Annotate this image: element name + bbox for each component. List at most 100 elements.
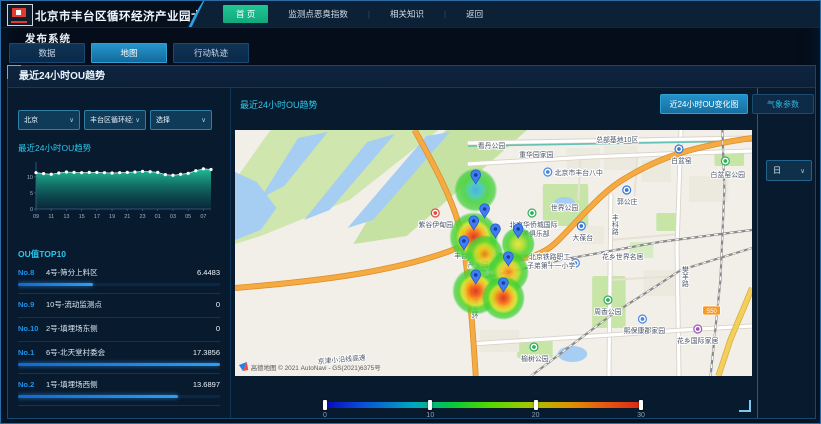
ou-trend-chart: 0510091113151719212301030507 bbox=[20, 156, 216, 220]
svg-text:5: 5 bbox=[30, 191, 33, 197]
view-tab-2[interactable]: 地图 bbox=[91, 43, 167, 63]
map-label: 熙保康郡家园 bbox=[624, 326, 665, 335]
app-window: 北京市丰台区循环经济产业园大气恶臭状况实时 首 页监测点恶臭指数|相关知识|返回… bbox=[0, 0, 821, 424]
list-item: No.910号-流动监测点0 bbox=[18, 294, 220, 318]
map-label: 重华园家园 bbox=[519, 150, 554, 159]
list-item-name: 10号-流动监测点 bbox=[46, 299, 216, 310]
colorbar-marker bbox=[639, 400, 643, 410]
sidebar: 北京∨丰台区循环经济产∨选择∨ 最近24小时OU趋势 0510091113151… bbox=[8, 88, 231, 418]
list-item: No.84号-筛分上料区6.4483 bbox=[18, 262, 220, 294]
logo-accent bbox=[11, 21, 27, 23]
chevron-down-icon: ∨ bbox=[135, 116, 140, 124]
colorbar-tick-label: 0 bbox=[317, 412, 333, 419]
list-item-row: No.102号-填埋场东侧0 bbox=[18, 323, 220, 334]
map-label: 白盆窑公园 bbox=[711, 170, 746, 179]
colorbar: 0102030 bbox=[325, 400, 641, 422]
svg-text:11: 11 bbox=[48, 214, 54, 220]
list-item: No.21号-填埋场西侧13.6897 bbox=[18, 374, 220, 406]
nav-divider: | bbox=[368, 10, 370, 19]
nav-tab-4[interactable]: 返回 bbox=[457, 5, 492, 23]
list-item-rank: No.1 bbox=[18, 348, 44, 357]
filter-selects: 北京∨丰台区循环经济产∨选择∨ bbox=[18, 110, 212, 130]
list-item-row: No.84号-筛分上料区6.4483 bbox=[18, 267, 220, 278]
map-label: 北京市丰台八中 bbox=[555, 168, 603, 177]
colorbar-tick-label: 30 bbox=[633, 412, 649, 419]
svg-text:15: 15 bbox=[79, 214, 85, 220]
sidebar-chart-label: 最近24小时OU趋势 bbox=[18, 142, 91, 154]
map-label: 周香公园 bbox=[594, 307, 622, 316]
svg-text:07: 07 bbox=[200, 214, 206, 220]
period-select[interactable]: 日 ∨ bbox=[766, 160, 812, 181]
list-item-value: 0 bbox=[216, 300, 220, 309]
colorbar-marker bbox=[428, 400, 432, 410]
svg-text:21: 21 bbox=[124, 214, 130, 220]
map-label: 紫谷伊甸园 bbox=[419, 220, 454, 229]
panel-title: 最近24小时OU趋势 bbox=[19, 71, 105, 82]
colorbar-gradient bbox=[325, 402, 641, 408]
list-item-value: 0 bbox=[216, 324, 220, 333]
svg-text:13: 13 bbox=[63, 214, 69, 220]
list-item-value: 17.3856 bbox=[193, 348, 220, 357]
list-item-bar-fill bbox=[18, 283, 93, 286]
road-shield-label: S50 bbox=[706, 309, 717, 315]
list-item-name: 1号-填埋场西侧 bbox=[46, 379, 193, 390]
colorbar-marker bbox=[534, 400, 538, 410]
map-label: 白盆窑 bbox=[671, 156, 692, 165]
chevron-down-icon: ∨ bbox=[800, 167, 805, 175]
list-item-bar-track bbox=[18, 283, 220, 286]
nav-tab-3[interactable]: 相关知识 bbox=[381, 5, 433, 23]
map-label: 总部基地10区 bbox=[596, 135, 638, 144]
ou-change-chart-button[interactable]: 近24小时OU变化图 bbox=[660, 94, 748, 114]
list-item-bar-track bbox=[18, 395, 220, 398]
view-tab-1[interactable]: 数据 bbox=[9, 43, 85, 63]
logo-icon bbox=[12, 8, 26, 17]
list-item-rank: No.9 bbox=[18, 300, 44, 309]
filter-select-3[interactable]: 选择∨ bbox=[150, 110, 212, 130]
svg-text:19: 19 bbox=[109, 214, 115, 220]
select-value: 丰台区循环经济产 bbox=[90, 115, 133, 125]
map-label: 北京铁路职工 bbox=[529, 252, 570, 261]
svg-text:09: 09 bbox=[33, 214, 39, 220]
svg-text:01: 01 bbox=[155, 214, 161, 220]
period-select-value: 日 bbox=[773, 165, 781, 176]
nav-tab-2[interactable]: 监测点恶臭指数 bbox=[279, 5, 357, 23]
map-section-title: 最近24小时OU趋势 bbox=[240, 98, 318, 111]
filter-select-2[interactable]: 丰台区循环经济产∨ bbox=[84, 110, 146, 130]
list-item-value: 13.6897 bbox=[193, 380, 220, 389]
list-item-row: No.910号-流动监测点0 bbox=[18, 299, 220, 310]
nav-tab-1[interactable]: 首 页 bbox=[223, 5, 268, 23]
list-item: No.16号-北天堂村委会17.3856 bbox=[18, 342, 220, 374]
chevron-down-icon: ∨ bbox=[201, 116, 206, 124]
svg-text:10: 10 bbox=[27, 175, 33, 181]
nav-band: 首 页监测点恶臭指数 | 相关知识 | 返回 bbox=[187, 1, 820, 27]
chevron-down-icon: ∨ bbox=[69, 116, 74, 124]
road-shield: S50 bbox=[703, 306, 721, 315]
map-column: 最近24小时OU趋势 bbox=[230, 88, 758, 418]
header: 北京市丰台区循环经济产业园大气恶臭状况实时 首 页监测点恶臭指数|相关知识|返回 bbox=[1, 1, 820, 28]
view-tab-3[interactable]: 行动轨迹 bbox=[173, 43, 249, 63]
map-label: 榆树公园 bbox=[521, 354, 549, 363]
nav-tabs: 首 页监测点恶臭指数 | 相关知识 | 返回 bbox=[223, 5, 492, 23]
list-item-bar-track bbox=[18, 363, 220, 366]
map-label: 樊羊路 bbox=[681, 265, 688, 288]
list-item-name: 4号-筛分上料区 bbox=[46, 267, 197, 278]
filter-select-1[interactable]: 北京∨ bbox=[18, 110, 80, 130]
nav-divider: | bbox=[444, 10, 446, 19]
map-label: 花乡国际家居 bbox=[677, 336, 718, 345]
view-tabs: 数据地图行动轨迹 bbox=[9, 43, 249, 63]
svg-text:23: 23 bbox=[139, 214, 145, 220]
list-item-row: No.16号-北天堂村委会17.3856 bbox=[18, 347, 220, 358]
top-list-title: OU值TOP10 bbox=[18, 248, 66, 260]
weather-params-button[interactable]: 气象参数 bbox=[752, 94, 814, 114]
list-item: No.102号-填埋场东侧0 bbox=[18, 318, 220, 342]
list-item-value: 6.4483 bbox=[197, 268, 220, 277]
map-label: 子弟第十一小学 bbox=[527, 261, 575, 270]
list-item-rank: No.2 bbox=[18, 380, 44, 389]
list-item-name: 6号-北天堂村委会 bbox=[46, 347, 193, 358]
list-item-rank: No.10 bbox=[18, 324, 44, 333]
list-item-rank: No.8 bbox=[18, 268, 44, 277]
map-label: 大葆台 bbox=[572, 233, 593, 242]
corner-accent bbox=[739, 400, 751, 412]
map-svg[interactable]: 看丹公园总部基地10区白盆窑白盆窑公园重华园家园北京市丰台八中郭公庄世界公园大葆… bbox=[235, 130, 752, 376]
colorbar-tick-label: 20 bbox=[528, 412, 544, 419]
